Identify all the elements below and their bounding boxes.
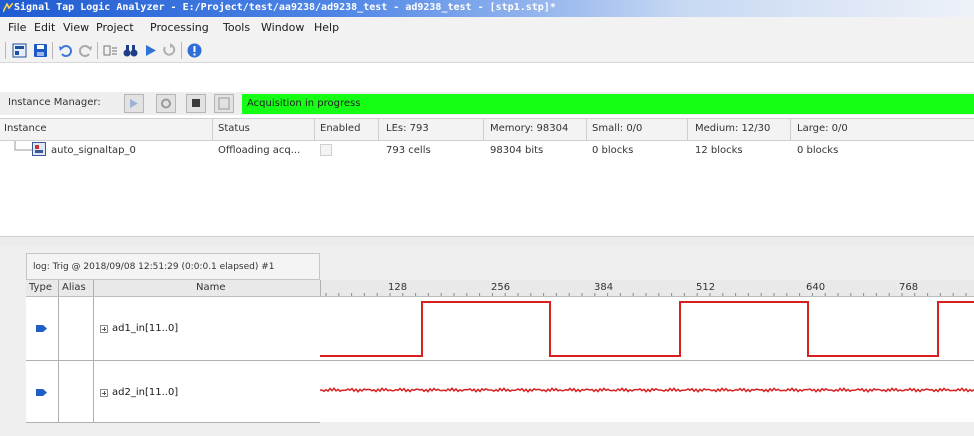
tick-label: 384 bbox=[594, 282, 614, 293]
col-instance[interactable]: Instance bbox=[4, 123, 47, 134]
expand-icon[interactable] bbox=[100, 389, 108, 397]
instance-memory: 98304 bits bbox=[490, 145, 544, 156]
toolbar bbox=[0, 39, 974, 63]
tick-label: 512 bbox=[696, 282, 716, 293]
menu-tools[interactable]: Tools bbox=[223, 21, 250, 34]
col-name[interactable]: Name bbox=[196, 282, 226, 293]
tick-label: 128 bbox=[388, 282, 408, 293]
acquisition-status-text: Acquisition in progress bbox=[247, 98, 361, 109]
waveform-display[interactable] bbox=[320, 297, 974, 422]
instance-manager-bar: Instance Manager: Acquisition in progres… bbox=[0, 92, 974, 115]
acquisition-status-bar: Acquisition in progress bbox=[242, 94, 974, 114]
menu-help[interactable]: Help bbox=[314, 21, 339, 34]
instance-les: 793 cells bbox=[386, 145, 431, 156]
time-ruler[interactable] bbox=[320, 280, 974, 296]
instance-large: 0 blocks bbox=[797, 145, 839, 156]
col-memory[interactable]: Memory: 98304 bbox=[490, 123, 568, 134]
col-les[interactable]: LEs: 793 bbox=[386, 123, 429, 134]
help-icon[interactable] bbox=[187, 43, 202, 58]
col-small[interactable]: Small: 0/0 bbox=[592, 123, 642, 134]
menu-project[interactable]: Project bbox=[96, 21, 134, 34]
col-medium[interactable]: Medium: 12/30 bbox=[695, 123, 770, 134]
run-instance-icon bbox=[130, 99, 138, 108]
col-enabled[interactable]: Enabled bbox=[320, 123, 360, 134]
col-divider bbox=[314, 119, 315, 140]
col-divider bbox=[790, 119, 791, 140]
instance-manager-label: Instance Manager: bbox=[8, 97, 101, 108]
instance-table-header: Instance Status Enabled LEs: 793 Memory:… bbox=[0, 118, 974, 141]
save-icon[interactable] bbox=[33, 43, 48, 58]
menu-window[interactable]: Window bbox=[261, 21, 304, 34]
tick-label: 768 bbox=[899, 282, 919, 293]
tick-label: 256 bbox=[491, 282, 511, 293]
instance-list-empty-area bbox=[0, 163, 974, 236]
col-divider bbox=[378, 119, 379, 140]
alias-cell bbox=[58, 297, 94, 360]
toolbar-separator bbox=[181, 42, 182, 59]
undo-icon[interactable] bbox=[58, 43, 73, 58]
signal-row[interactable]: ad1_in[11..0] bbox=[26, 297, 320, 361]
instance-medium: 12 blocks bbox=[695, 145, 743, 156]
autorun-instance-icon bbox=[161, 98, 171, 109]
enabled-checkbox[interactable] bbox=[320, 144, 332, 156]
log-tab[interactable]: log: Trig @ 2018/09/08 12:51:29 (0:0:0.1… bbox=[26, 253, 320, 280]
read-data-icon bbox=[218, 97, 230, 110]
log-tab-label: log: Trig @ 2018/09/08 12:51:29 (0:0:0.1… bbox=[33, 262, 275, 272]
table-row[interactable]: auto_signaltap_0 Offloading acq... 793 c… bbox=[0, 141, 974, 161]
redo-icon[interactable] bbox=[78, 43, 93, 58]
signal-name: ad1_in[11..0] bbox=[112, 323, 179, 334]
stop-instance-button[interactable] bbox=[186, 94, 206, 113]
col-status[interactable]: Status bbox=[218, 123, 250, 134]
toolbar-separator bbox=[97, 42, 98, 59]
read-data-button[interactable] bbox=[214, 94, 234, 113]
signal-row[interactable]: ad2_in[11..0] bbox=[26, 361, 320, 423]
tree-line bbox=[14, 141, 32, 151]
signal-name: ad2_in[11..0] bbox=[112, 387, 179, 398]
instance-icon bbox=[32, 142, 46, 156]
instance-name: auto_signaltap_0 bbox=[51, 145, 136, 156]
col-divider bbox=[212, 119, 213, 140]
col-divider bbox=[483, 119, 484, 140]
toolbar-grip bbox=[5, 42, 6, 59]
waveform-header: Type Alias Name 128 256 384 512 640 768 bbox=[26, 280, 974, 297]
ad1-waveform bbox=[320, 301, 974, 357]
tick-label: 640 bbox=[806, 282, 826, 293]
col-divider bbox=[687, 119, 688, 140]
autorun-analysis-icon[interactable] bbox=[162, 43, 177, 58]
setup-icon[interactable] bbox=[12, 43, 27, 58]
stop-icon bbox=[192, 99, 200, 107]
autorun-instance-button[interactable] bbox=[156, 94, 176, 113]
menu-processing[interactable]: Processing bbox=[150, 21, 209, 34]
col-large[interactable]: Large: 0/0 bbox=[797, 123, 848, 134]
instance-status: Offloading acq... bbox=[218, 145, 301, 156]
ruler-ticks bbox=[325, 293, 967, 296]
type-cell bbox=[26, 297, 59, 360]
menu-view[interactable]: View bbox=[63, 21, 89, 34]
run-analysis-icon[interactable] bbox=[143, 43, 158, 58]
menu-file[interactable]: File bbox=[8, 21, 26, 34]
bus-signal-icon bbox=[36, 325, 47, 332]
toolbar-separator bbox=[52, 42, 53, 59]
alias-cell bbox=[58, 361, 94, 422]
bus-signal-icon bbox=[36, 389, 47, 396]
col-divider bbox=[586, 119, 587, 140]
col-divider bbox=[58, 280, 59, 296]
instance-small: 0 blocks bbox=[592, 145, 634, 156]
expand-icon[interactable] bbox=[100, 325, 108, 333]
menu-edit[interactable]: Edit bbox=[34, 21, 55, 34]
find-binoculars-icon[interactable] bbox=[123, 43, 138, 58]
run-instance-button[interactable] bbox=[124, 94, 144, 113]
title-bar: Signal Tap Logic Analyzer - E:/Project/t… bbox=[0, 0, 974, 17]
col-alias[interactable]: Alias bbox=[62, 282, 86, 293]
type-cell bbox=[26, 361, 59, 422]
window-title: Signal Tap Logic Analyzer - E:/Project/t… bbox=[14, 2, 556, 13]
col-divider bbox=[93, 280, 94, 296]
col-type[interactable]: Type bbox=[29, 282, 52, 293]
signaltap-logo-icon bbox=[3, 3, 13, 13]
ad2-waveform bbox=[320, 387, 974, 393]
menu-bar: File Edit View Project Processing Tools … bbox=[0, 17, 974, 39]
node-finder-icon[interactable] bbox=[103, 43, 118, 58]
